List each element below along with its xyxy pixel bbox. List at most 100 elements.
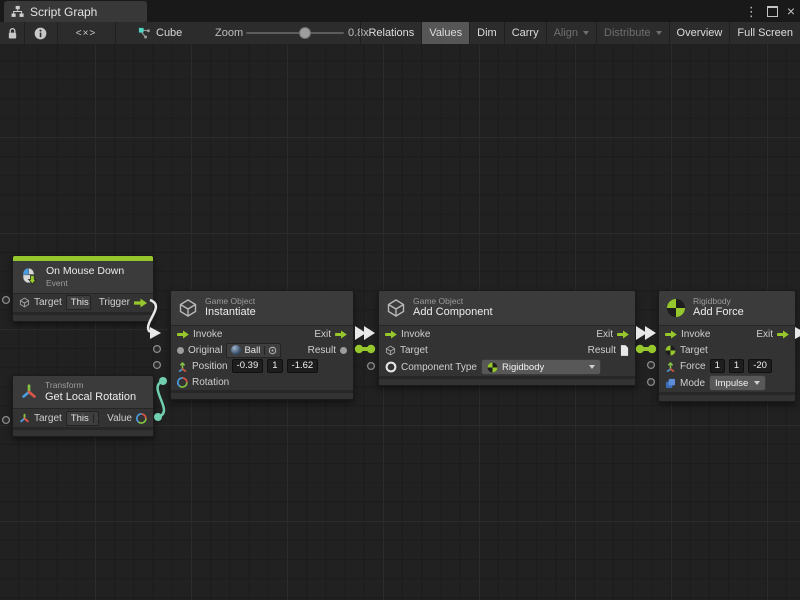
node-on-mouse-down[interactable]: On Mouse Down Event Target This [12, 255, 154, 322]
overview-button[interactable]: Overview [669, 22, 730, 44]
maximize-icon[interactable] [767, 6, 778, 17]
type-circle-icon [385, 361, 397, 373]
control-output-port[interactable] [335, 330, 347, 339]
tab-script-graph[interactable]: Script Graph [4, 1, 147, 22]
input-port[interactable] [154, 362, 161, 369]
port-label: Component Type [401, 362, 477, 373]
ball-object-icon [231, 345, 241, 355]
force-z-field[interactable]: -20 [748, 359, 772, 373]
port-label: Original [188, 345, 222, 356]
force-mode-icon [665, 378, 676, 389]
position-y-field[interactable]: 1 [267, 359, 282, 373]
window-menu-icon[interactable]: ⋮ [743, 5, 760, 18]
control-connection-arrow[interactable] [645, 326, 656, 340]
node-footer [659, 392, 795, 401]
document-icon[interactable] [620, 345, 629, 356]
control-input-port[interactable] [385, 330, 397, 339]
node-get-local-rotation[interactable]: Transform Get Local Rotation Target This [12, 375, 154, 437]
position-x-field[interactable]: -0.39 [232, 359, 264, 373]
lock-button[interactable] [0, 22, 25, 44]
port-row: Target This Value [13, 409, 153, 427]
relations-button[interactable]: Relations [360, 22, 421, 44]
value-connection-endpoint[interactable] [355, 345, 363, 353]
control-output-port[interactable] [617, 330, 629, 339]
node-header[interactable]: Rigidbody Add Force [659, 291, 795, 326]
values-button[interactable]: Values [421, 22, 469, 44]
value-connection-endpoint[interactable] [367, 345, 375, 353]
port-row: Invoke Exit [379, 326, 635, 342]
node-header[interactable]: On Mouse Down Event [13, 261, 153, 294]
node-category: Game Object [413, 296, 493, 307]
port-label: Value [107, 413, 132, 424]
node-header[interactable]: Game Object Add Component [379, 291, 635, 326]
input-port[interactable] [3, 417, 10, 424]
control-connection-arrow[interactable] [364, 326, 375, 340]
align-button[interactable]: Align [546, 22, 596, 44]
node-header[interactable]: Transform Get Local Rotation [13, 376, 153, 409]
mouse-down-event-icon [20, 267, 39, 286]
control-output-port[interactable] [777, 330, 789, 339]
target-value-chip[interactable]: This [66, 411, 99, 426]
value-wire-endpoint[interactable] [159, 377, 167, 385]
position-z-field[interactable]: -1.62 [287, 359, 319, 373]
carry-button[interactable]: Carry [504, 22, 546, 44]
component-type-dropdown[interactable]: Rigidbody [481, 359, 601, 375]
force-mode-dropdown[interactable]: Impulse [709, 375, 766, 391]
node-add-force[interactable]: Rigidbody Add Force Invoke Exit [658, 290, 796, 402]
dim-button[interactable]: Dim [469, 22, 504, 44]
close-icon[interactable]: × [785, 4, 797, 18]
force-y-field[interactable]: 1 [729, 359, 744, 373]
port-label: Invoke [401, 329, 430, 340]
node-header[interactable]: Game Object Instantiate [171, 291, 353, 326]
window-controls: ⋮ × [743, 0, 797, 22]
target-value-chip[interactable]: This [66, 295, 91, 310]
object-picker-icon[interactable] [264, 346, 280, 355]
object-picker-icon[interactable] [93, 414, 99, 423]
value-output-port[interactable] [340, 347, 347, 354]
zoom-label: Zoom [215, 22, 243, 44]
transform-mini-icon [19, 413, 30, 424]
edit-source-button[interactable]: <×> [57, 22, 116, 44]
value-connection-endpoint[interactable] [648, 345, 656, 353]
script-graph-window: Script Graph ⋮ × [0, 0, 800, 600]
breadcrumb[interactable]: Cube [138, 22, 182, 44]
input-port[interactable] [154, 346, 161, 353]
value-wire-endpoint[interactable] [154, 413, 162, 421]
input-port[interactable] [368, 363, 375, 370]
quaternion-icon [177, 377, 188, 388]
port-label: Invoke [681, 329, 710, 340]
force-x-field[interactable]: 1 [710, 359, 725, 373]
control-connection-arrow[interactable] [355, 326, 366, 340]
node-add-component[interactable]: Game Object Add Component Invoke Exit [378, 290, 636, 386]
control-output-port[interactable] [134, 298, 147, 308]
value-connection-endpoint[interactable] [636, 345, 644, 353]
control-input-port[interactable] [177, 330, 189, 339]
rigidbody-icon [666, 298, 686, 318]
input-port[interactable] [3, 297, 10, 304]
node-instantiate[interactable]: Game Object Instantiate Invoke Exit Orig… [170, 290, 354, 400]
quaternion-icon[interactable] [136, 413, 147, 424]
gameobject-cube-icon [19, 297, 30, 308]
control-input-port[interactable] [665, 330, 677, 339]
fullscreen-button[interactable]: Full Screen [729, 22, 800, 44]
node-subtitle: Event [46, 278, 124, 289]
vector3-icon [665, 361, 676, 372]
inspect-button[interactable] [24, 22, 58, 44]
distribute-button[interactable]: Distribute [596, 22, 668, 44]
graph-canvas[interactable]: On Mouse Down Event Target This [0, 44, 800, 600]
input-port[interactable] [648, 379, 655, 386]
port-label: Result [308, 345, 336, 356]
port-label: Target [400, 345, 428, 356]
value-wire[interactable] [158, 381, 164, 417]
input-port[interactable] [648, 362, 655, 369]
zoom-slider-handle[interactable] [299, 27, 311, 39]
port-row: Rotation [171, 374, 353, 390]
zoom-slider[interactable] [246, 32, 344, 34]
info-icon [34, 27, 47, 40]
control-wire-arrow[interactable] [150, 327, 161, 339]
gameobject-cube-icon [385, 345, 396, 356]
value-input-port[interactable] [177, 347, 184, 354]
port-row: Mode Impulse [659, 374, 795, 392]
control-connection-arrow[interactable] [636, 326, 647, 340]
original-value-chip[interactable]: Ball [226, 343, 281, 358]
